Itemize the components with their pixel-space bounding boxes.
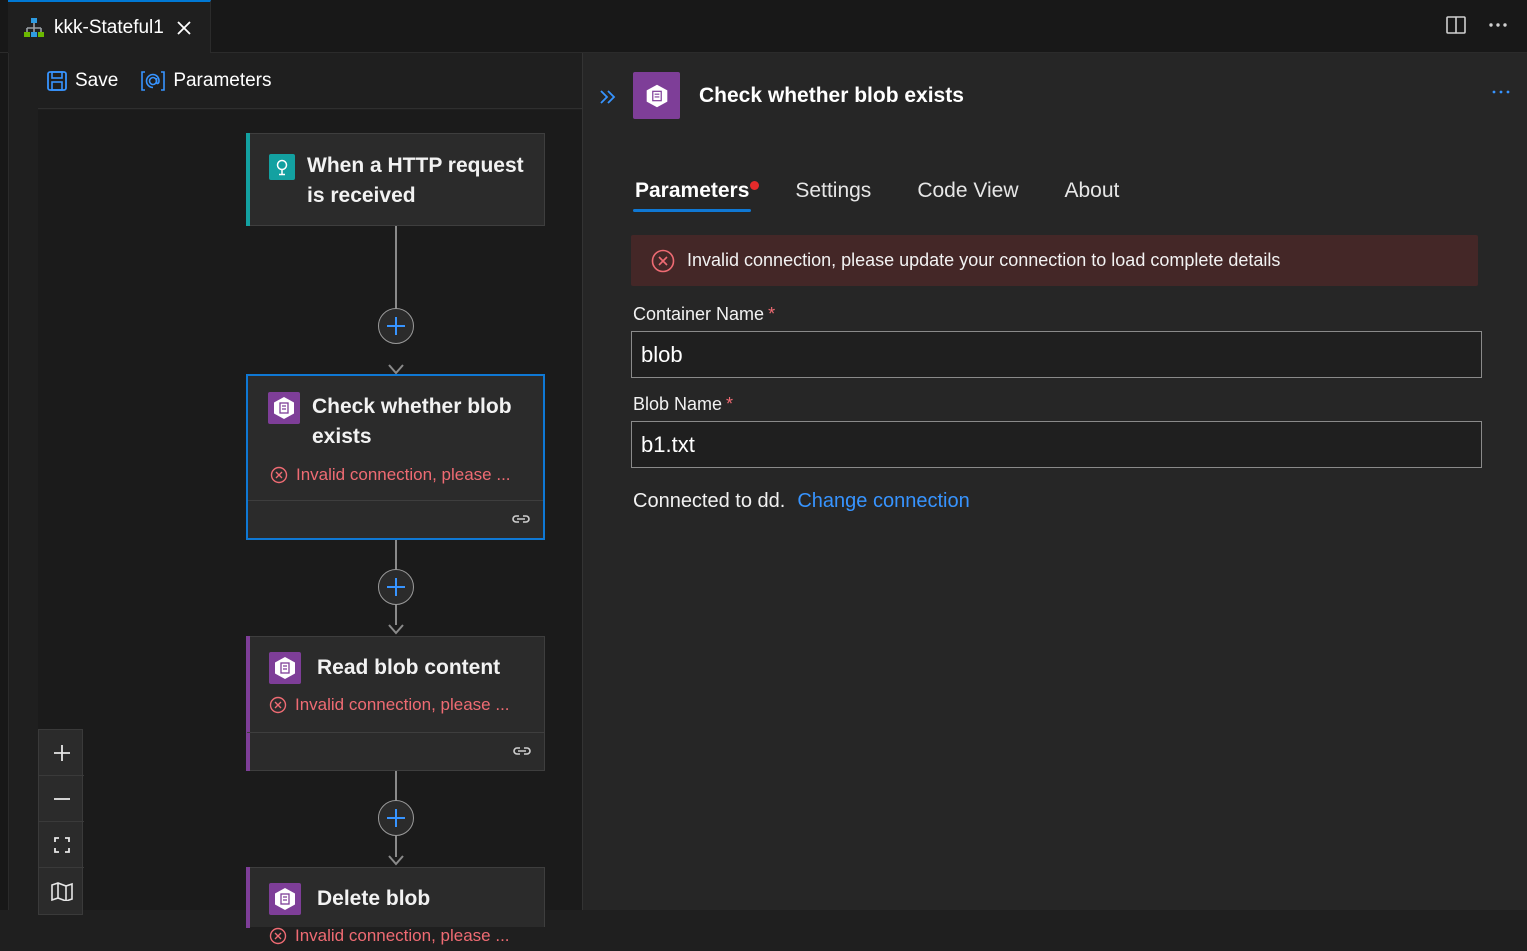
designer-toolbar: Save Parameters	[38, 53, 582, 109]
connected-text: Connected to dd.	[633, 490, 786, 512]
card-title-line2: exists	[312, 425, 372, 448]
connector-line	[395, 226, 397, 314]
action-card-delete-blob[interactable]: Delete blob Invalid connection, please .…	[246, 867, 545, 945]
error-circle-icon	[270, 466, 288, 484]
connection-info: Connected to dd. Change connection	[633, 490, 970, 513]
error-message-text: Invalid connection, please update your c…	[687, 250, 1281, 270]
blob-name-input[interactable]	[631, 421, 1482, 468]
designer-canvas[interactable]: When a HTTP request is received Check wh…	[38, 110, 582, 945]
panel-title: Check whether blob exists	[699, 84, 964, 107]
container-name-input[interactable]	[631, 331, 1482, 378]
error-message-bar: Invalid connection, please update your c…	[631, 235, 1478, 286]
change-connection-link[interactable]: Change connection	[797, 490, 969, 513]
minus-icon	[53, 797, 70, 800]
field-label-text: Container Name	[633, 304, 765, 324]
card-error-text: Invalid connection, please ...	[295, 926, 510, 945]
zoom-out-button[interactable]	[39, 776, 84, 822]
save-button[interactable]: Save	[46, 70, 118, 92]
connection-link-icon[interactable]	[512, 743, 532, 759]
save-label: Save	[75, 69, 119, 91]
zoom-in-button[interactable]	[39, 730, 84, 776]
blob-storage-icon	[269, 652, 301, 684]
card-accent	[246, 133, 250, 226]
card-title-line1: When a HTTP request	[307, 154, 524, 177]
editor-tab[interactable]: kkk-Stateful1	[8, 0, 211, 54]
tab-label: Parameters	[635, 179, 750, 202]
blob-name-label: Blob Name *	[633, 394, 733, 415]
plus-icon	[53, 744, 70, 761]
parameters-label: Parameters	[173, 69, 272, 91]
panel-tabs: Parameters Settings Code View About	[633, 179, 1121, 212]
card-error-text: Invalid connection, please ...	[296, 465, 511, 484]
arrow-down-icon	[388, 855, 404, 866]
action-card-check-blob-exists[interactable]: Check whether blob exists Invalid connec…	[246, 374, 545, 540]
tab-about[interactable]: About	[1063, 179, 1122, 212]
action-card-read-blob-content[interactable]: Read blob content Invalid connection, pl…	[246, 636, 545, 771]
tab-parameters[interactable]: Parameters	[633, 179, 760, 212]
add-step-button[interactable]	[378, 800, 414, 836]
required-marker: *	[768, 304, 776, 324]
required-marker: *	[726, 394, 734, 414]
collapse-panel-icon[interactable]	[599, 89, 617, 105]
workflow-designer: Save Parameters When a HTTP request is r…	[9, 53, 582, 945]
card-title-line1: Check whether blob	[312, 395, 512, 418]
fit-view-icon	[53, 836, 70, 853]
blob-storage-icon	[633, 72, 680, 119]
map-icon	[50, 882, 73, 901]
plus-icon	[387, 317, 405, 335]
blob-storage-icon	[268, 392, 300, 424]
trigger-card-http-request[interactable]: When a HTTP request is received	[246, 133, 545, 226]
parameters-icon	[140, 70, 166, 92]
more-actions-icon[interactable]	[1487, 14, 1509, 36]
card-footer	[247, 732, 544, 770]
editor-tab-bar: kkk-Stateful1	[0, 0, 1527, 54]
save-icon	[46, 70, 68, 92]
error-indicator-dot	[750, 181, 760, 190]
card-footer	[248, 500, 543, 538]
error-circle-icon	[269, 696, 287, 714]
card-error: Invalid connection, please ...	[247, 690, 544, 720]
field-label-text: Blob Name	[633, 394, 723, 414]
blob-storage-icon	[269, 883, 301, 915]
error-circle-icon	[651, 249, 675, 272]
tab-code-view[interactable]: Code View	[915, 179, 1020, 212]
activity-strip	[0, 53, 9, 910]
card-error-text: Invalid connection, please ...	[295, 695, 510, 714]
zoom-controls	[38, 729, 84, 915]
card-title: Read blob content	[317, 656, 501, 679]
more-options-icon[interactable]	[1491, 87, 1511, 97]
add-step-button[interactable]	[378, 569, 414, 605]
error-circle-icon	[269, 927, 287, 945]
parameters-button[interactable]: Parameters	[140, 69, 272, 92]
fit-view-button[interactable]	[39, 822, 84, 868]
http-request-icon	[269, 154, 295, 180]
tab-title: kkk-Stateful1	[54, 17, 164, 38]
arrow-down-icon	[388, 624, 404, 635]
plus-icon	[387, 578, 405, 596]
card-error: Invalid connection, please ...	[247, 921, 544, 951]
workflow-icon	[22, 16, 46, 40]
tab-settings[interactable]: Settings	[793, 179, 873, 212]
card-title-line2: is received	[307, 184, 416, 207]
close-icon[interactable]	[176, 20, 192, 36]
container-name-label: Container Name *	[633, 304, 775, 325]
split-editor-icon[interactable]	[1445, 14, 1467, 36]
connection-link-icon[interactable]	[511, 511, 531, 527]
add-step-button[interactable]	[378, 308, 414, 344]
action-details-panel: Check whether blob exists Parameters Set…	[582, 53, 1527, 910]
plus-icon	[387, 809, 405, 827]
minimap-button[interactable]	[39, 868, 84, 914]
card-accent	[246, 867, 250, 928]
card-error: Invalid connection, please ...	[248, 460, 543, 490]
